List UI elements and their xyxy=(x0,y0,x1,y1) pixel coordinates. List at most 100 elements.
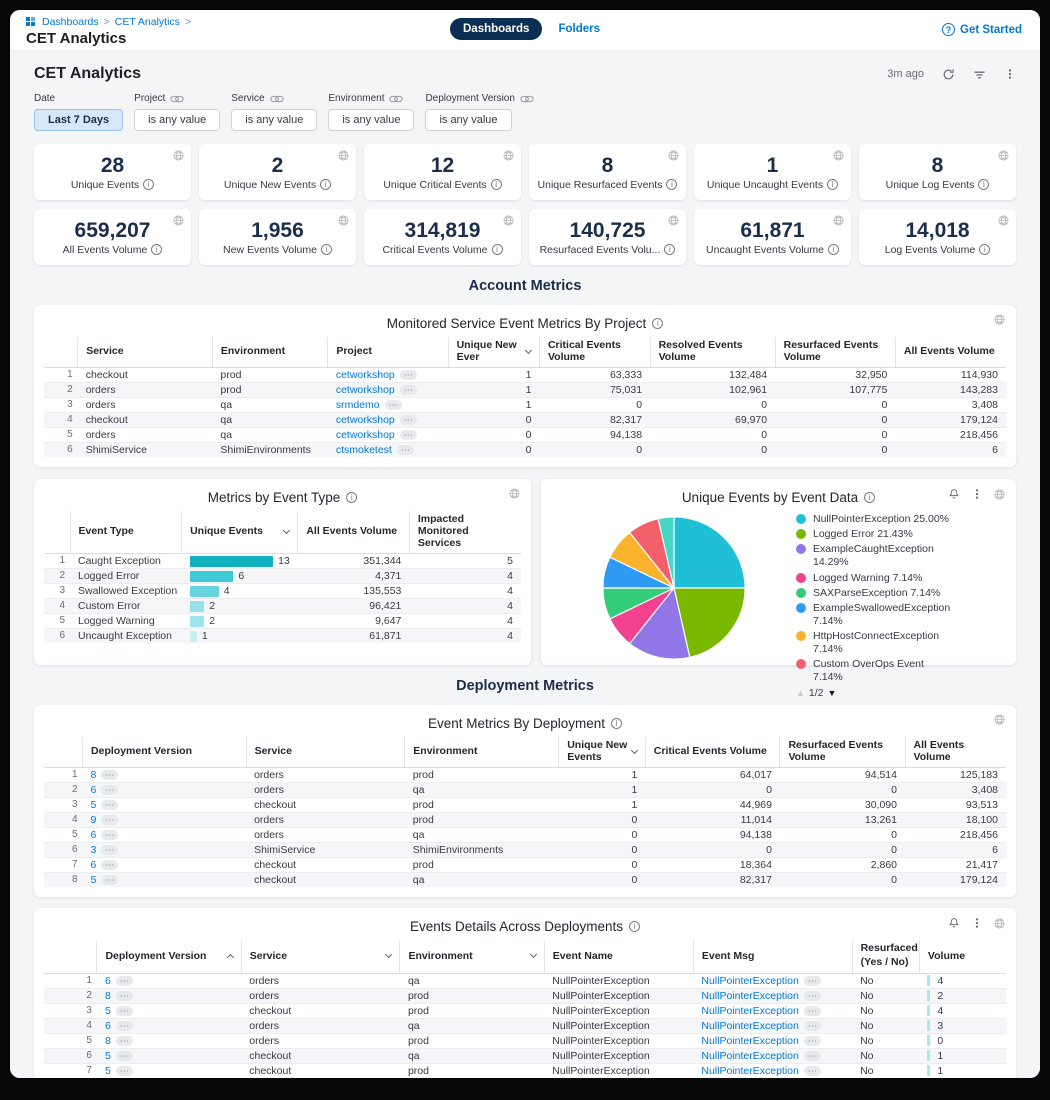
column-header-environment[interactable]: Environment xyxy=(405,737,559,768)
breadcrumb-link-dashboards[interactable]: Dashboards xyxy=(42,16,99,28)
more-actions-icon[interactable] xyxy=(101,770,118,780)
globe-icon[interactable] xyxy=(994,918,1005,929)
more-actions-icon[interactable] xyxy=(804,976,821,986)
globe-icon[interactable] xyxy=(338,215,349,226)
legend-item-exampleswallowedexception[interactable]: ExampleSwallowedException 7.14% xyxy=(796,602,1006,628)
cell-link[interactable]: NullPointerException xyxy=(701,1050,798,1062)
cell-link[interactable]: 6 xyxy=(91,829,97,841)
column-header-deployment-version[interactable]: Deployment Version xyxy=(97,940,241,974)
globe-icon[interactable] xyxy=(994,314,1005,325)
alert-bell-icon[interactable] xyxy=(948,917,960,929)
filter-icon[interactable] xyxy=(973,68,986,81)
cell-link[interactable]: srmdemo xyxy=(336,399,380,411)
more-actions-icon[interactable] xyxy=(101,860,118,870)
globe-icon[interactable] xyxy=(833,215,844,226)
more-actions-icon[interactable] xyxy=(101,815,118,825)
column-header-volume[interactable]: Volume xyxy=(919,940,1006,974)
filter-value-service[interactable]: is any value xyxy=(231,109,317,131)
column-header-service[interactable]: Service xyxy=(246,737,405,768)
info-icon[interactable] xyxy=(652,318,663,329)
globe-icon[interactable] xyxy=(998,215,1009,226)
legend-item-custom-overops-event[interactable]: Custom OverOps Event 7.14% xyxy=(796,658,1006,684)
cell-link[interactable]: 6 xyxy=(105,975,111,987)
column-header-resolved-events-volume[interactable]: Resolved Events Volume xyxy=(650,337,775,368)
column-header-project[interactable]: Project xyxy=(328,337,448,368)
cell-link[interactable]: ctsmoketest xyxy=(336,444,392,456)
column-header-all-events-volume[interactable]: All Events Volume xyxy=(895,337,1006,368)
cell-link[interactable]: NullPointerException xyxy=(701,1005,798,1017)
tab-folders[interactable]: Folders xyxy=(558,23,600,35)
cell-link[interactable]: cetworkshop xyxy=(336,429,395,441)
globe-icon[interactable] xyxy=(338,150,349,161)
column-header-critical-events-volume[interactable]: Critical Events Volume xyxy=(539,337,650,368)
info-icon[interactable] xyxy=(492,244,503,255)
cell-link[interactable]: 5 xyxy=(91,799,97,811)
more-actions-icon[interactable] xyxy=(397,445,414,455)
filter-value-project[interactable]: is any value xyxy=(134,109,220,131)
globe-icon[interactable] xyxy=(668,215,679,226)
column-header-event-name[interactable]: Event Name xyxy=(544,940,693,974)
info-icon[interactable] xyxy=(321,244,332,255)
more-actions-icon[interactable] xyxy=(385,400,402,410)
legend-item-logged-warning[interactable]: Logged Warning 7.14% xyxy=(796,572,1006,585)
info-icon[interactable] xyxy=(629,921,640,932)
cell-link[interactable]: 5 xyxy=(105,1050,111,1062)
cell-link[interactable]: NullPointerException xyxy=(701,1020,798,1032)
cell-link[interactable]: cetworkshop xyxy=(336,369,395,381)
globe-icon[interactable] xyxy=(503,150,514,161)
more-actions-icon[interactable] xyxy=(116,1066,133,1076)
more-actions-icon[interactable] xyxy=(101,845,118,855)
legend-prev-icon[interactable]: ▲ xyxy=(796,688,805,698)
more-actions-icon[interactable] xyxy=(400,430,417,440)
info-icon[interactable] xyxy=(664,244,675,255)
filter-value-deployment-version[interactable]: is any value xyxy=(425,109,511,131)
more-actions-icon[interactable] xyxy=(116,991,133,1001)
breadcrumb-link-cet-analytics[interactable]: CET Analytics xyxy=(115,16,180,28)
globe-icon[interactable] xyxy=(509,488,520,499)
more-actions-icon[interactable] xyxy=(804,1036,821,1046)
column-header-unique-new-ever[interactable]: Unique New Ever xyxy=(448,337,539,368)
column-header-environment[interactable]: Environment xyxy=(400,940,544,974)
info-icon[interactable] xyxy=(320,179,331,190)
globe-icon[interactable] xyxy=(994,489,1005,500)
column-header-deployment-version[interactable]: Deployment Version xyxy=(83,737,247,768)
globe-icon[interactable] xyxy=(503,215,514,226)
column-header-unique-events[interactable]: Unique Events xyxy=(182,511,298,554)
legend-item-httphostconnectexception[interactable]: HttpHostConnectException 7.14% xyxy=(796,630,1006,656)
more-actions-icon[interactable] xyxy=(400,415,417,425)
column-header-resurfaced-yes-no-[interactable]: Resurfaced(Yes / No) xyxy=(852,940,919,974)
column-header-service[interactable]: Service xyxy=(241,940,400,974)
get-started-button[interactable]: Get Started xyxy=(942,23,1022,36)
info-icon[interactable] xyxy=(143,179,154,190)
globe-icon[interactable] xyxy=(173,215,184,226)
more-actions-icon[interactable] xyxy=(804,991,821,1001)
more-actions-icon[interactable] xyxy=(400,385,417,395)
cell-link[interactable]: 3 xyxy=(91,844,97,856)
column-header-service[interactable]: Service xyxy=(78,337,213,368)
info-icon[interactable] xyxy=(611,718,622,729)
kebab-menu-icon[interactable] xyxy=(971,488,983,500)
more-actions-icon[interactable] xyxy=(116,1021,133,1031)
column-header-unique-new-events[interactable]: Unique New Events xyxy=(559,737,646,768)
more-actions-icon[interactable] xyxy=(101,830,118,840)
column-header-resurfaced-events-volume[interactable]: Resurfaced Events Volume xyxy=(780,737,905,768)
more-actions-icon[interactable] xyxy=(116,976,133,986)
more-actions-icon[interactable] xyxy=(804,1051,821,1061)
column-header-critical-events-volume[interactable]: Critical Events Volume xyxy=(645,737,780,768)
info-icon[interactable] xyxy=(827,179,838,190)
filter-value-date[interactable]: Last 7 Days xyxy=(34,109,123,131)
globe-icon[interactable] xyxy=(833,150,844,161)
kebab-menu-icon[interactable] xyxy=(1004,68,1016,80)
column-header-all-events-volume[interactable]: All Events Volume xyxy=(298,511,410,554)
info-icon[interactable] xyxy=(666,179,677,190)
column-header-resurfaced-events-volume[interactable]: Resurfaced Events Volume xyxy=(775,337,895,368)
more-actions-icon[interactable] xyxy=(804,1006,821,1016)
globe-icon[interactable] xyxy=(173,150,184,161)
info-icon[interactable] xyxy=(491,179,502,190)
cell-link[interactable]: 8 xyxy=(91,769,97,781)
cell-link[interactable]: 8 xyxy=(105,990,111,1002)
info-icon[interactable] xyxy=(828,244,839,255)
alert-bell-icon[interactable] xyxy=(948,488,960,500)
column-header-environment[interactable]: Environment xyxy=(212,337,327,368)
more-actions-icon[interactable] xyxy=(804,1021,821,1031)
